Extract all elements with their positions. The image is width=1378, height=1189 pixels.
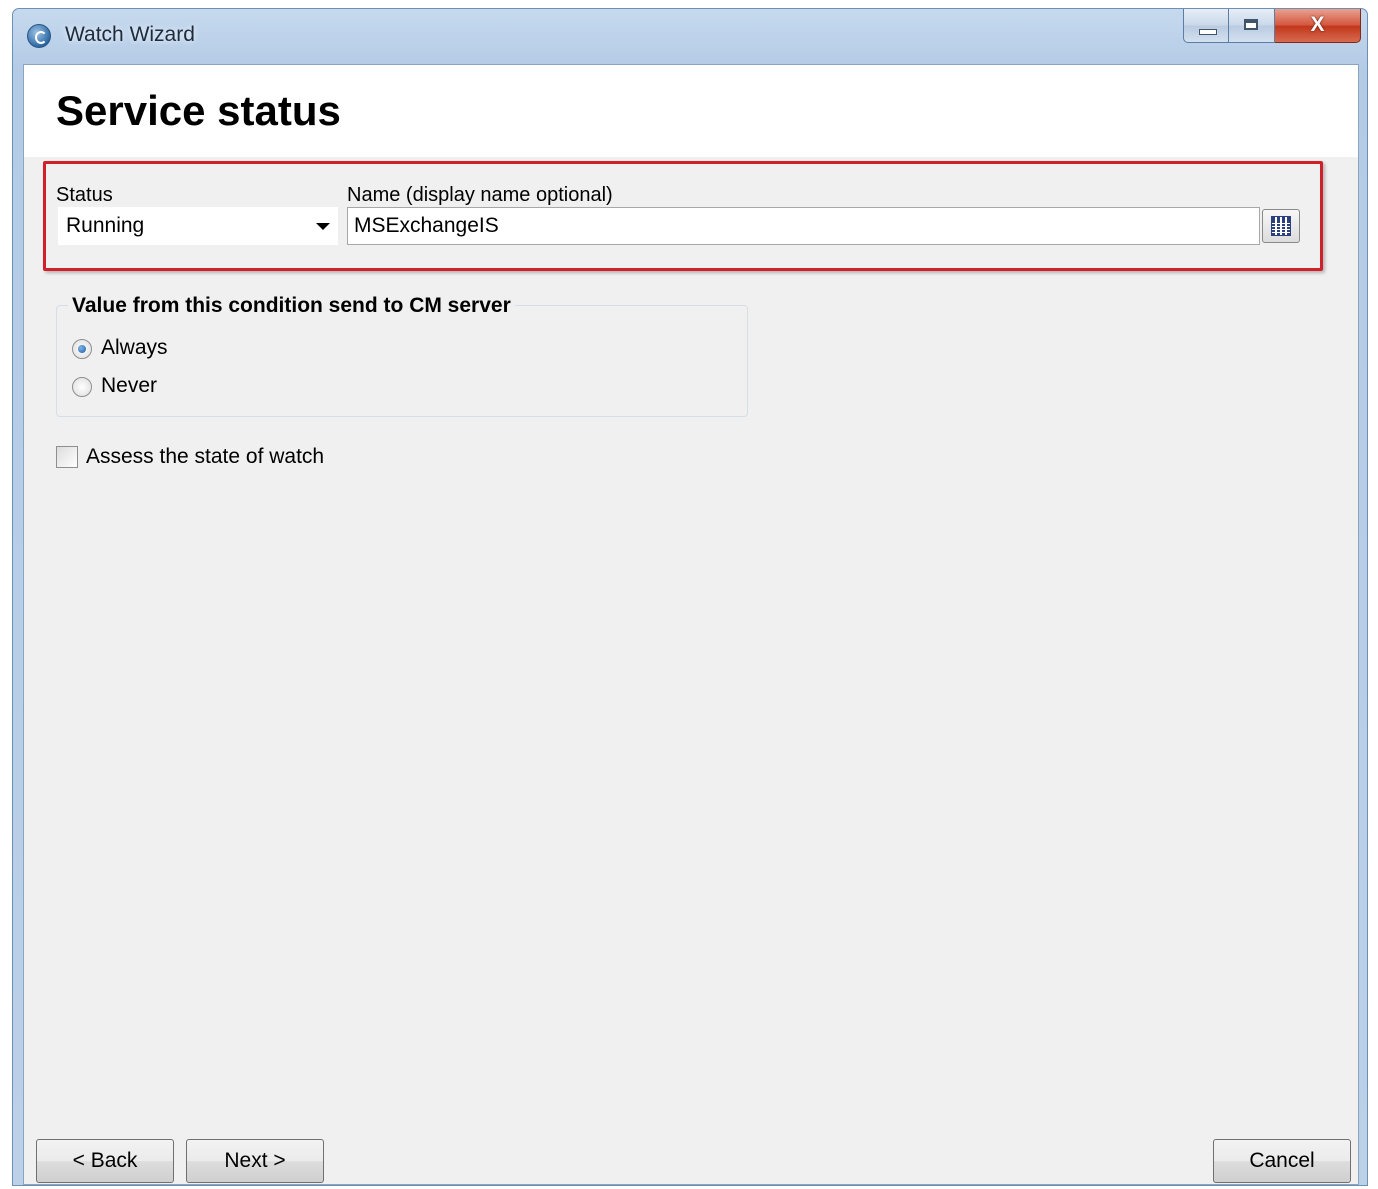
close-button[interactable]: X xyxy=(1275,9,1361,43)
title-bar[interactable]: Watch Wizard X xyxy=(13,9,1367,63)
window-title: Watch Wizard xyxy=(65,23,195,46)
browse-list-icon xyxy=(1271,216,1291,236)
assess-state-checkbox[interactable] xyxy=(56,446,78,468)
maximize-button[interactable] xyxy=(1229,9,1275,43)
radio-never[interactable] xyxy=(72,377,92,397)
minimize-button[interactable] xyxy=(1183,9,1229,43)
watch-wizard-window: Watch Wizard X Service status Status Run… xyxy=(12,8,1368,1186)
browse-services-button[interactable] xyxy=(1262,209,1300,243)
page-title: Service status xyxy=(56,87,341,134)
app-logo-icon xyxy=(27,24,51,48)
send-condition-groupbox xyxy=(56,305,748,417)
chevron-down-icon xyxy=(316,223,330,230)
status-dropdown-value: Running xyxy=(66,214,145,237)
close-icon: X xyxy=(1310,13,1325,36)
caption-buttons: X xyxy=(1183,9,1361,45)
header-band: Service status xyxy=(24,65,1358,157)
name-label: Name (display name optional) xyxy=(347,184,613,206)
status-label: Status xyxy=(56,184,113,206)
next-button[interactable]: Next > xyxy=(186,1139,324,1183)
radio-always[interactable] xyxy=(72,339,92,359)
radio-always-label[interactable]: Always xyxy=(101,336,168,360)
send-condition-group-title: Value from this condition send to CM ser… xyxy=(68,294,515,318)
cancel-button[interactable]: Cancel xyxy=(1213,1139,1351,1183)
service-name-input[interactable] xyxy=(347,207,1260,245)
minimize-icon xyxy=(1199,29,1217,35)
wizard-client-area: Service status Status Running Name (disp… xyxy=(23,64,1359,1185)
radio-never-label[interactable]: Never xyxy=(101,374,157,398)
status-dropdown[interactable]: Running xyxy=(58,207,338,245)
back-button[interactable]: < Back xyxy=(36,1139,174,1183)
assess-state-label[interactable]: Assess the state of watch xyxy=(86,445,324,469)
maximize-icon xyxy=(1244,19,1258,30)
